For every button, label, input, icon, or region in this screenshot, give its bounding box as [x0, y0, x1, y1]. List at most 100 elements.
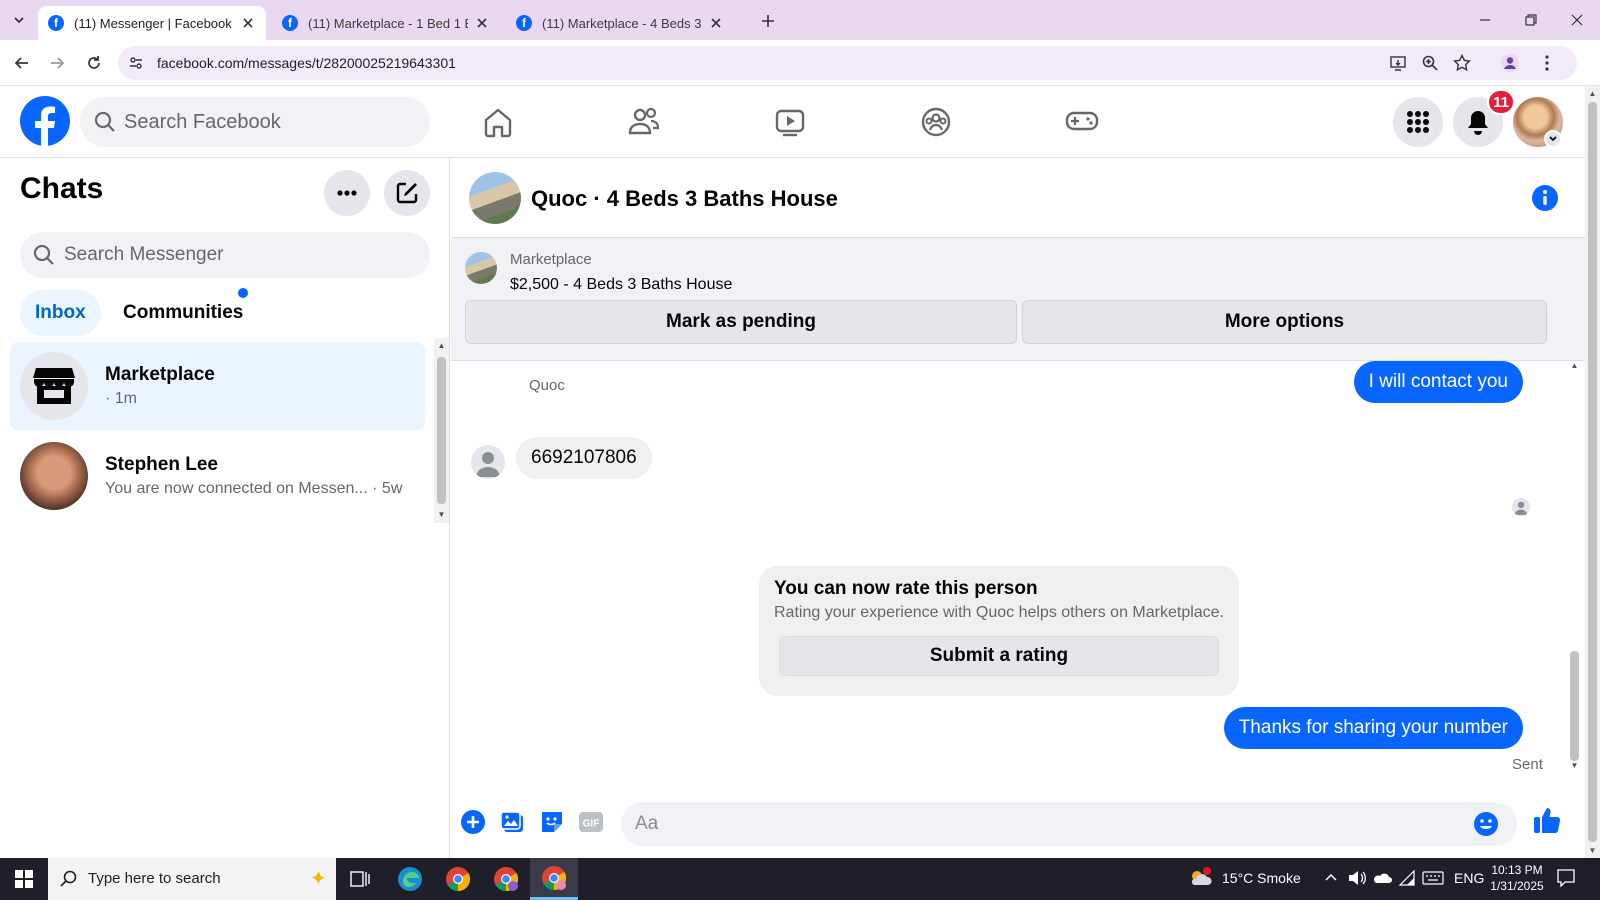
reload-button[interactable]: [82, 51, 106, 75]
facebook-search-input[interactable]: [124, 97, 414, 147]
info-icon[interactable]: [1531, 184, 1559, 212]
taskbar-clock[interactable]: 10:13 PM 1/31/2025: [1482, 862, 1552, 894]
browser-tab-marketplace-1[interactable]: f (11) Marketplace - 1 Bed 1 Bath: [272, 6, 500, 40]
chrome-profile-taskbar-button[interactable]: [482, 858, 530, 900]
listing-avatar[interactable]: [469, 172, 521, 224]
menu-button[interactable]: [1393, 97, 1443, 147]
conversation-title[interactable]: Quoc · 4 Beds 3 Baths House: [531, 186, 838, 212]
nav-home[interactable]: [476, 100, 520, 144]
scrollbar-thumb[interactable]: [1588, 102, 1597, 842]
edge-icon: [398, 867, 422, 891]
nav-groups[interactable]: [914, 100, 958, 144]
onedrive-icon[interactable]: [1372, 872, 1392, 884]
attach-photo-button[interactable]: [499, 808, 527, 836]
language-indicator[interactable]: ENG: [1454, 870, 1484, 886]
bookmark-star-icon[interactable]: [1452, 53, 1472, 73]
notification-center-icon[interactable]: [1556, 869, 1576, 887]
nav-gaming[interactable]: [1060, 100, 1104, 144]
close-window-button[interactable]: [1565, 8, 1589, 32]
quoc-avatar[interactable]: [471, 445, 505, 479]
start-button[interactable]: [0, 858, 48, 900]
message-input-box[interactable]: [621, 802, 1517, 846]
chat-item-marketplace[interactable]: Marketplace · 1m: [10, 342, 425, 430]
close-tab-icon[interactable]: [708, 15, 724, 31]
facebook-logo-icon[interactable]: [20, 96, 70, 146]
back-button[interactable]: [10, 51, 34, 75]
scrollbar-thumb[interactable]: [1570, 651, 1579, 761]
submit-rating-button[interactable]: Submit a rating: [779, 636, 1219, 676]
chrome-active-taskbar-button[interactable]: [530, 858, 578, 900]
chat-item-stephen-lee[interactable]: Stephen Lee You are now connected on Mes…: [10, 432, 425, 520]
wifi-icon[interactable]: [1398, 870, 1416, 886]
more-options-button[interactable]: More options: [1022, 300, 1547, 344]
close-tab-icon[interactable]: [474, 15, 490, 31]
chat-list-scrollbar[interactable]: ▲ ▼: [434, 338, 449, 523]
messenger-search-input[interactable]: [64, 232, 414, 278]
browser-tab-messenger[interactable]: f (11) Messenger | Facebook: [38, 6, 266, 40]
task-view-button[interactable]: [336, 858, 384, 900]
tab-search-button[interactable]: [8, 9, 30, 31]
gaming-icon: [1065, 111, 1099, 131]
close-tab-icon[interactable]: [240, 15, 256, 31]
arrow-left-icon: [14, 57, 28, 69]
scroll-up-arrow-icon[interactable]: ▲: [437, 341, 446, 350]
chats-sidebar: Chats Inbox Communities Marketplace · 1m…: [0, 158, 450, 858]
facebook-search[interactable]: [80, 97, 430, 147]
weather-text[interactable]: 15°C Smoke: [1222, 870, 1301, 886]
nav-friends[interactable]: [622, 100, 666, 144]
forward-button[interactable]: [45, 51, 69, 75]
browser-menu-button[interactable]: [1535, 51, 1559, 75]
profile-button[interactable]: [1498, 51, 1522, 75]
weather-icon[interactable]: [1188, 867, 1212, 889]
scroll-down-arrow-icon[interactable]: ▼: [1570, 761, 1579, 770]
page-scrollbar[interactable]: ▲ ▼: [1585, 86, 1600, 858]
gif-button[interactable]: GIF: [577, 808, 605, 836]
mark-as-pending-button[interactable]: Mark as pending: [465, 300, 1017, 344]
show-hidden-icons-icon[interactable]: [1324, 871, 1338, 885]
listing-price-title[interactable]: $2,500 - 4 Beds 3 Baths House: [510, 276, 732, 294]
chat-options-button[interactable]: [324, 170, 370, 216]
messenger-search[interactable]: [20, 232, 430, 278]
message-outgoing[interactable]: Thanks for sharing your number: [1223, 707, 1523, 749]
zoom-icon[interactable]: [1420, 53, 1440, 73]
tab-title: (11) Marketplace - 1 Bed 1 Bath: [308, 15, 468, 31]
volume-icon[interactable]: [1348, 870, 1366, 886]
address-bar[interactable]: facebook.com/messages/t/2820002521964330…: [118, 46, 1577, 80]
browser-tab-marketplace-2[interactable]: f (11) Marketplace - 4 Beds 3 Bat: [506, 6, 734, 40]
keyboard-icon[interactable]: [1422, 871, 1444, 885]
rating-card: You can now rate this person Rating your…: [759, 566, 1239, 696]
gif-icon: GIF: [579, 812, 603, 832]
scroll-up-arrow-icon[interactable]: ▲: [1570, 361, 1579, 370]
rating-card-title: You can now rate this person: [774, 578, 1038, 599]
scroll-down-arrow-icon[interactable]: ▼: [437, 510, 446, 519]
edge-taskbar-button[interactable]: [386, 858, 434, 900]
emoji-icon[interactable]: [1473, 811, 1499, 837]
site-info-icon[interactable]: [126, 53, 146, 73]
apps-grid-icon: [1407, 111, 1429, 133]
taskbar-search[interactable]: Type here to search ✦: [48, 858, 336, 900]
scroll-up-arrow-icon[interactable]: ▲: [1588, 89, 1597, 98]
scrollbar-thumb[interactable]: [437, 357, 446, 504]
send-like-button[interactable]: [1531, 804, 1563, 836]
chrome-taskbar-button[interactable]: [434, 858, 482, 900]
listing-thumbnail[interactable]: [465, 252, 497, 284]
browser-toolbar: facebook.com/messages/t/2820002521964330…: [0, 40, 1600, 86]
new-message-button[interactable]: [384, 170, 430, 216]
account-chevron[interactable]: [1544, 130, 1562, 148]
message-outgoing[interactable]: I will contact you: [1353, 361, 1523, 403]
filter-inbox[interactable]: Inbox: [20, 290, 101, 336]
messages-scrollbar[interactable]: ▲ ▼: [1567, 361, 1582, 781]
filter-communities[interactable]: Communities: [108, 290, 258, 336]
message-input[interactable]: [635, 802, 1455, 846]
url-text[interactable]: facebook.com/messages/t/2820002521964330…: [157, 55, 456, 71]
message-incoming[interactable]: 6692107806: [516, 437, 652, 479]
nav-watch[interactable]: [768, 100, 812, 144]
more-actions-button[interactable]: [459, 808, 487, 836]
scroll-down-arrow-icon[interactable]: ▼: [1588, 846, 1597, 855]
chevron-down-icon: [14, 17, 24, 24]
new-tab-button[interactable]: [757, 10, 779, 32]
sticker-button[interactable]: [538, 808, 566, 836]
install-app-icon[interactable]: [1388, 53, 1408, 73]
restore-button[interactable]: [1519, 8, 1543, 32]
minimize-button[interactable]: [1473, 8, 1497, 32]
